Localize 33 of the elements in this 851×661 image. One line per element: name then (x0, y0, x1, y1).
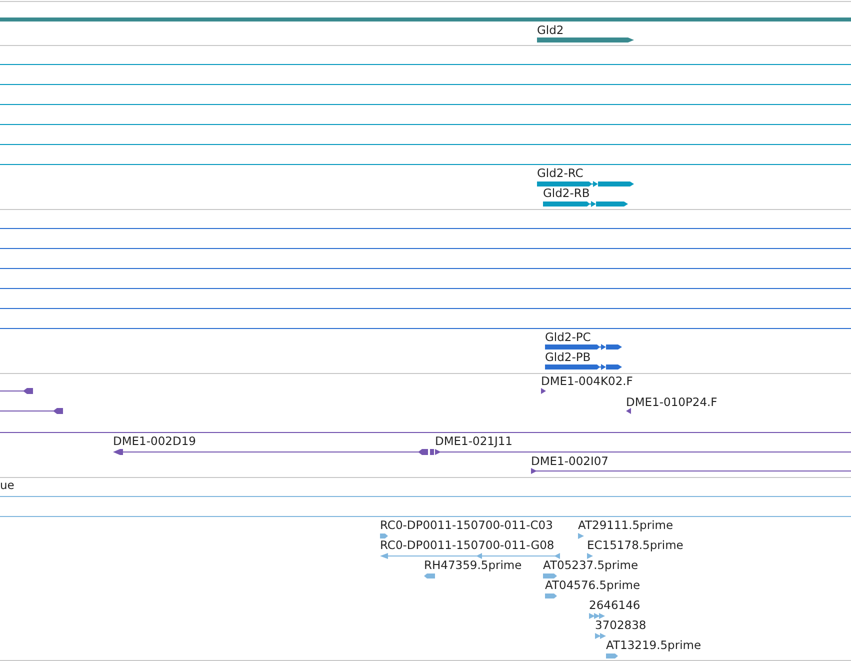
feature-label: Gld2-PB (545, 350, 591, 364)
feature-label: Gld2 (537, 23, 564, 37)
feature-label: DME1-021J11 (435, 434, 512, 448)
feature-label: AT05237.5prime (543, 558, 638, 572)
clone-feature (0, 408, 63, 414)
feature-label: AT29111.5prime (578, 518, 674, 532)
feature-glyph[interactable] (543, 201, 628, 207)
feature-label: RC0-DP0011-150700-011-G08 (380, 538, 554, 552)
feature-label: RC0-DP0011-150700-011-C03 (380, 518, 553, 532)
feature-label: ue (0, 478, 14, 492)
feature-glyph[interactable] (545, 344, 622, 350)
feature-label: DME1-010P24.F (626, 395, 718, 409)
feature-label: Gld2-RB (543, 186, 590, 200)
feature-glyph[interactable] (541, 388, 546, 394)
feature-label: DME1-002I07 (531, 454, 608, 468)
feature-label: AT04576.5prime (545, 578, 640, 592)
clone-feature (0, 388, 33, 394)
feature-glyph[interactable] (531, 468, 851, 474)
feature-label: 2646146 (589, 598, 640, 612)
feature-label: 3702838 (595, 618, 646, 632)
feature-glyph[interactable] (113, 449, 434, 455)
feature-glyph[interactable] (435, 449, 851, 455)
feature-label: RH47359.5prime (424, 558, 522, 572)
feature-label: EC15178.5prime (587, 538, 684, 552)
feature-glyph[interactable] (537, 38, 634, 42)
feature-label: DME1-004K02.F (541, 374, 633, 388)
feature-glyph[interactable] (545, 364, 622, 370)
feature-label: Gld2-RC (537, 166, 584, 180)
feature-label: Gld2-PC (545, 330, 591, 344)
feature-label: AT13219.5prime (606, 638, 702, 652)
feature-glyph[interactable] (626, 408, 631, 414)
feature-glyph[interactable] (537, 181, 634, 187)
feature-label: DME1-002D19 (113, 434, 196, 448)
